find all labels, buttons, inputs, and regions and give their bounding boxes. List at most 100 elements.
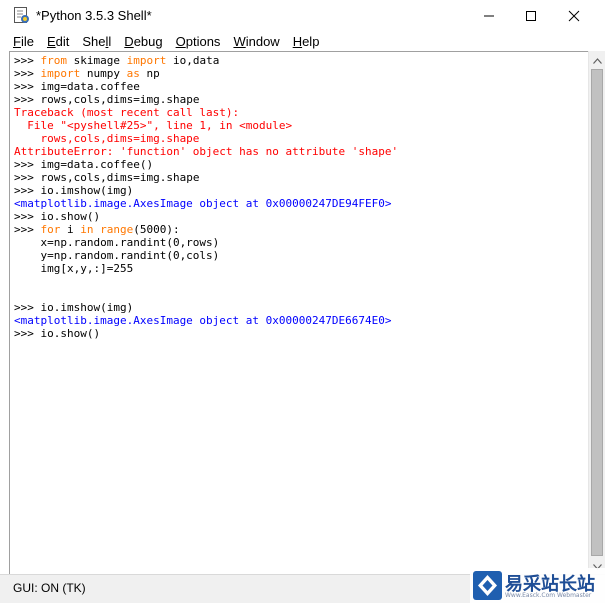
shell-line: >>> io.show() bbox=[14, 327, 398, 340]
shell-text-err: File "<pyshell#25>", line 1, in <module> bbox=[14, 119, 293, 132]
shell-line: Traceback (most recent call last): bbox=[14, 106, 398, 119]
shell-text-err: rows,cols,dims=img.shape bbox=[14, 132, 200, 145]
menu-file[interactable]: File bbox=[13, 34, 34, 49]
shell-line: >>> io.imshow(img) bbox=[14, 301, 398, 314]
menu-shell-post: l bbox=[108, 33, 112, 49]
shell-line: >>> rows,cols,dims=img.shape bbox=[14, 171, 398, 184]
shell-text-out: <matplotlib.image.AxesImage object at 0x… bbox=[14, 314, 392, 327]
shell-text-code: np bbox=[139, 67, 160, 80]
shell-line: File "<pyshell#25>", line 1, in <module> bbox=[14, 119, 398, 132]
shell-prompt: >>> bbox=[14, 223, 41, 236]
shell-text-code: rows,cols,dims=img.shape bbox=[40, 93, 200, 106]
minimize-button[interactable] bbox=[466, 0, 512, 31]
shell-text-code: img=data.coffee() bbox=[40, 158, 154, 171]
menu-options[interactable]: Options bbox=[176, 34, 221, 49]
shell-prompt: >>> bbox=[14, 67, 41, 80]
shell-line: >>> rows,cols,dims=img.shape bbox=[14, 93, 398, 106]
menu-options-mnemonic: O bbox=[175, 33, 186, 49]
shell-text-code: img=data.coffee bbox=[40, 80, 140, 93]
title-bar[interactable]: *Python 3.5.3 Shell* bbox=[0, 0, 605, 31]
shell-text-code: io.imshow(img) bbox=[40, 301, 134, 314]
shell-output: >>> from skimage import io,data >>> impor… bbox=[14, 54, 398, 340]
shell-prompt: >>> bbox=[14, 93, 41, 106]
shell-text-code: x=np.random.randint(0,rows) bbox=[14, 236, 220, 249]
shell-text-area[interactable]: >>> from skimage import io,data >>> impor… bbox=[9, 51, 588, 574]
shell-line: >>> io.show() bbox=[14, 210, 398, 223]
shell-prompt: >>> bbox=[14, 171, 41, 184]
shell-text-code: io.show() bbox=[40, 327, 101, 340]
shell-line: <matplotlib.image.AxesImage object at 0x… bbox=[14, 197, 398, 210]
shell-text-code: img[x,y,:]=255 bbox=[14, 262, 134, 275]
menu-debug[interactable]: Debug bbox=[124, 34, 162, 49]
shell-prompt: >>> bbox=[14, 80, 41, 93]
close-button[interactable] bbox=[551, 0, 597, 31]
shell-text-code: rows,cols,dims=img.shape bbox=[40, 171, 200, 184]
window-title: *Python 3.5.3 Shell* bbox=[36, 8, 152, 23]
shell-prompt: >>> bbox=[14, 327, 41, 340]
shell-text-code: io,data bbox=[166, 54, 220, 67]
scrollbar-thumb[interactable] bbox=[591, 69, 603, 556]
easck-logo-icon bbox=[473, 571, 502, 600]
shell-prompt: >>> bbox=[14, 184, 41, 197]
shell-prompt: >>> bbox=[14, 210, 41, 223]
shell-line: >>> import numpy as np bbox=[14, 67, 398, 80]
shell-text-kw: range bbox=[100, 223, 134, 236]
menu-window[interactable]: Window bbox=[233, 34, 279, 49]
vertical-scrollbar[interactable] bbox=[588, 51, 605, 574]
shell-text-code: skimage bbox=[67, 54, 127, 67]
shell-prompt: >>> bbox=[14, 301, 41, 314]
shell-line: rows,cols,dims=img.shape bbox=[14, 132, 398, 145]
python-idle-icon bbox=[13, 7, 30, 24]
menu-shell[interactable]: Shell bbox=[82, 34, 111, 49]
shell-text-kw: for bbox=[40, 223, 61, 236]
shell-line: >>> img=data.coffee() bbox=[14, 158, 398, 171]
watermark: 易采站长站 Www.Easck.Com Webmaster bbox=[470, 568, 605, 603]
shell-text-code: y=np.random.randint(0,cols) bbox=[14, 249, 220, 262]
watermark-subtext: Www.Easck.Com Webmaster bbox=[505, 592, 592, 599]
minimize-icon bbox=[483, 10, 495, 22]
shell-line: >>> io.imshow(img) bbox=[14, 184, 398, 197]
close-icon bbox=[568, 10, 580, 22]
menu-edit-rest: dit bbox=[55, 33, 70, 49]
shell-text-kw: from bbox=[40, 54, 68, 67]
idle-shell-window: *Python 3.5.3 Shell* File Edit Shell Deb… bbox=[0, 0, 605, 603]
gui-status: GUI: ON (TK) bbox=[13, 581, 86, 595]
menu-debug-mnemonic: D bbox=[124, 33, 134, 49]
shell-line: >>> img=data.coffee bbox=[14, 80, 398, 93]
menu-file-mnemonic: F bbox=[13, 33, 21, 49]
shell-prompt: >>> bbox=[14, 158, 41, 171]
shell-text-err: AttributeError: 'function' object has no… bbox=[14, 145, 399, 158]
menu-file-rest: ile bbox=[20, 33, 34, 49]
menu-help-mnemonic: H bbox=[292, 33, 303, 49]
menu-debug-rest: ebug bbox=[133, 33, 163, 49]
shell-text-kw: import bbox=[126, 54, 167, 67]
shell-text-kw: import bbox=[40, 67, 81, 80]
shell-text-code: io.show() bbox=[40, 210, 101, 223]
menu-window-mnemonic: W bbox=[233, 33, 246, 49]
shell-line: img[x,y,:]=255 bbox=[14, 262, 398, 275]
menu-options-rest: ptions bbox=[185, 33, 221, 49]
scroll-up-button[interactable] bbox=[589, 51, 605, 68]
shell-text-out: <matplotlib.image.AxesImage object at 0x… bbox=[14, 197, 392, 210]
shell-line: >>> for i in range(5000): bbox=[14, 223, 398, 236]
menu-help[interactable]: Help bbox=[293, 34, 320, 49]
maximize-icon bbox=[525, 10, 537, 22]
menu-help-rest: elp bbox=[302, 33, 320, 49]
shell-text-code: (5000): bbox=[133, 223, 180, 236]
shell-line: x=np.random.randint(0,rows) bbox=[14, 236, 398, 249]
shell-text-code: numpy bbox=[80, 67, 127, 80]
menu-edit-mnemonic: E bbox=[46, 33, 56, 49]
menu-window-rest: indow bbox=[245, 33, 280, 49]
chevron-up-icon bbox=[593, 51, 602, 69]
shell-line: <matplotlib.image.AxesImage object at 0x… bbox=[14, 314, 398, 327]
maximize-button[interactable] bbox=[508, 0, 554, 31]
shell-prompt: >>> bbox=[14, 54, 41, 67]
shell-text-err: Traceback (most recent call last): bbox=[14, 106, 240, 119]
menu-bar: File Edit Shell Debug Options Window Hel… bbox=[0, 31, 605, 51]
shell-text-kw: as bbox=[126, 67, 140, 80]
shell-line: y=np.random.randint(0,cols) bbox=[14, 249, 398, 262]
menu-edit[interactable]: Edit bbox=[47, 34, 69, 49]
shell-text-code: i bbox=[60, 223, 81, 236]
